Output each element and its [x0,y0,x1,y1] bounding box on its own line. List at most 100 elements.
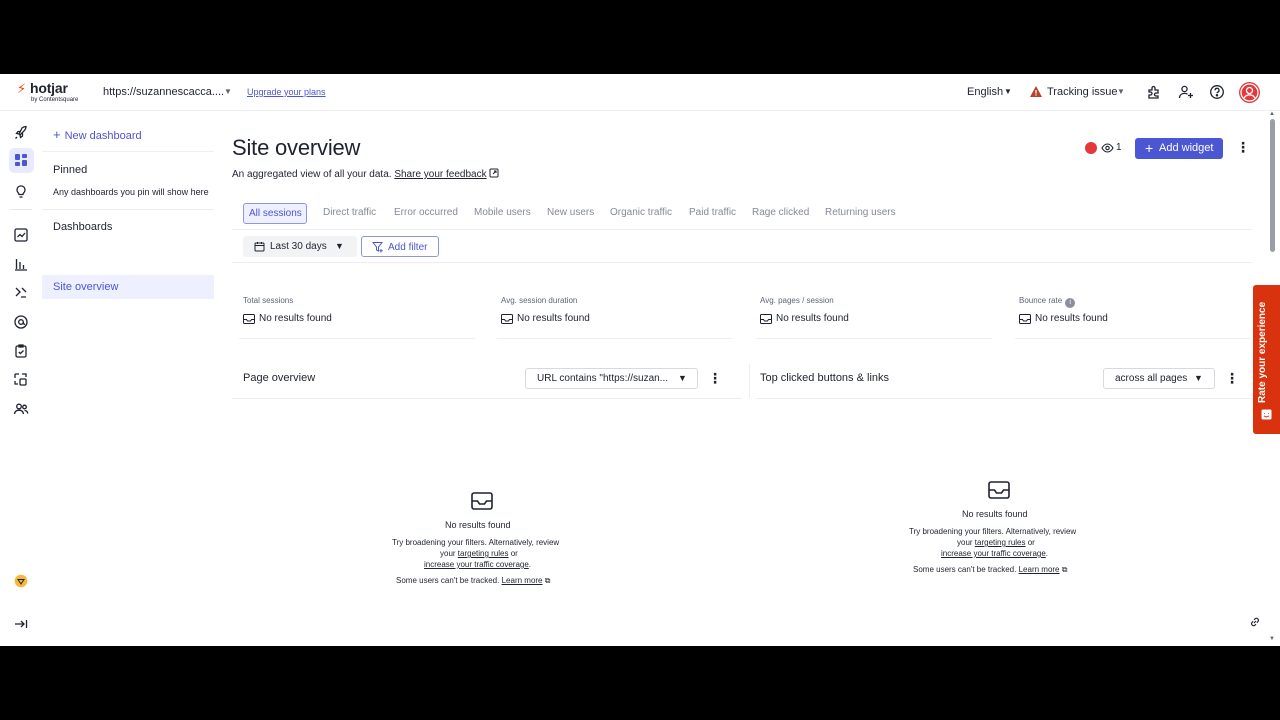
new-dashboard-label: New dashboard [64,130,142,142]
tab-mobile-users[interactable]: Mobile users [474,207,531,218]
learn-more-link[interactable]: Learn more [1019,565,1060,574]
user-avatar[interactable] [1239,82,1260,103]
recordings-icon[interactable] [13,285,29,301]
tab-organic-traffic[interactable]: Organic traffic [610,207,672,218]
empty-line: increase your traffic coverage. [941,549,1048,558]
plus-icon: + [1145,140,1154,156]
caret-down-icon: ▼ [335,241,344,251]
feedback-icon[interactable] [13,343,29,359]
card-column-divider [749,364,750,398]
traffic-coverage-link[interactable]: increase your traffic coverage [941,549,1046,558]
rocket-icon[interactable] [13,125,29,141]
link-icon[interactable] [1249,616,1261,628]
tab-direct-traffic[interactable]: Direct traffic [323,207,376,218]
empty-text: Some users can't be tracked. [396,576,500,585]
tracking-issue-menu[interactable]: Tracking issue [1047,86,1118,98]
empty-line: Some users can't be tracked. Learn more … [396,576,550,586]
language-selector[interactable]: English [967,86,1003,98]
add-widget-button[interactable]: + Add widget [1135,138,1223,159]
scroll-down-arrow[interactable]: ▼ [1269,636,1275,642]
dashboard-icon[interactable] [14,153,28,167]
empty-text: or [1027,538,1035,547]
panel-divider [42,151,214,152]
plan-icon[interactable] [14,574,28,588]
inbox-icon [243,314,255,324]
metric-divider [1015,338,1251,339]
metric-value: No results found [259,313,332,324]
dashboards-panel: + New dashboard Pinned Any dashboards you… [42,111,214,646]
scroll-up-arrow[interactable]: ▲ [1269,111,1275,117]
info-icon[interactable]: i [1065,298,1076,308]
card-divider [232,398,742,399]
targeting-rules-link[interactable]: targeting rules [975,538,1026,547]
metric-value: No results found [517,313,590,324]
hotjar-mark-icon: ⚡ [17,81,27,96]
targeting-rules-link[interactable]: targeting rules [458,549,509,558]
empty-line: Try broadening your filters. Alternative… [392,538,560,547]
chevron-down-icon[interactable]: ▼ [1004,87,1012,96]
dashboard-item-label: Site overview [53,281,119,293]
tab-rage-clicked[interactable]: Rage clicked [752,207,809,218]
viewer-avatar [1085,142,1097,154]
empty-line: increase your traffic coverage. [424,560,531,569]
empty-text: . [1045,549,1049,558]
new-dashboard-button[interactable]: + New dashboard [53,127,142,142]
url-filter-select[interactable]: URL contains "https://suzan... ▼ [525,368,698,389]
metric-label: Total sessions [243,296,294,305]
site-selector[interactable]: https://suzannescacca.... [103,86,224,98]
rate-experience-tab[interactable]: Rate your experience [1253,285,1280,434]
empty-text: or [510,549,518,558]
date-range-label: Last 30 days [270,241,327,252]
more-options-icon[interactable]: ⋮ [1225,370,1239,387]
add-filter-button[interactable]: Add filter [361,236,439,257]
empty-text: your [957,538,973,547]
help-icon[interactable] [1209,84,1225,100]
scrollbar-thumb[interactable] [1270,119,1275,252]
surveys-icon[interactable] [13,314,29,330]
heatmaps-icon[interactable] [13,372,29,388]
upgrade-plans-link[interactable]: Upgrade your plans [247,87,326,97]
external-link-icon[interactable]: ⧉ [545,576,551,585]
tabs-divider [232,229,1252,230]
external-link-icon[interactable]: ⧉ [1062,565,1068,574]
date-range-picker[interactable]: Last 30 days ▼ [243,236,357,257]
empty-line: your targeting rules or [440,549,518,558]
more-options-icon[interactable]: ⋮ [708,370,722,387]
tab-paid-traffic[interactable]: Paid traffic [689,207,736,218]
external-link-icon[interactable] [489,168,499,178]
trends-icon[interactable] [13,227,29,243]
avatar-person-icon [1240,83,1259,102]
inbox-icon [988,481,1010,499]
metric-divider [239,338,475,339]
metric-label: Bounce rate i [1019,296,1076,308]
page-subtitle: An aggregated view of all your data. Sha… [232,168,499,180]
learn-more-link[interactable]: Learn more [502,576,543,585]
pages-scope-select[interactable]: across all pages ▼ [1103,368,1215,389]
tab-error-occurred[interactable]: Error occurred [394,207,458,218]
subtitle-text: An aggregated view of all your data. [232,169,392,180]
empty-text: . [528,560,532,569]
collapse-sidebar-icon[interactable] [13,616,29,632]
share-feedback-link[interactable]: Share your feedback [394,169,486,180]
tab-new-users[interactable]: New users [547,207,594,218]
tab-all-sessions[interactable]: All sessions [243,203,307,224]
lightbulb-icon[interactable] [13,183,29,199]
logo-text: hotjar [30,80,68,96]
interviews-icon[interactable] [13,401,29,417]
funnels-icon[interactable] [13,256,29,272]
chevron-down-icon[interactable]: ▼ [1117,87,1125,96]
eye-icon [1101,143,1114,153]
integrations-icon[interactable] [1146,84,1162,100]
select-value: URL contains "https://suzan... [537,373,669,384]
caret-down-icon: ▼ [1194,373,1203,383]
tab-returning-users[interactable]: Returning users [825,207,896,218]
select-value: across all pages [1115,373,1188,384]
rail-divider [10,209,32,210]
traffic-coverage-link[interactable]: increase your traffic coverage [424,560,529,569]
chevron-down-icon[interactable]: ▼ [224,87,232,96]
dashboard-item-site-overview[interactable]: Site overview [42,275,214,299]
more-options-icon[interactable]: ⋮ [1236,139,1250,156]
inbox-icon [1019,314,1031,324]
pinned-heading: Pinned [53,164,88,176]
add-user-icon[interactable] [1178,84,1194,100]
